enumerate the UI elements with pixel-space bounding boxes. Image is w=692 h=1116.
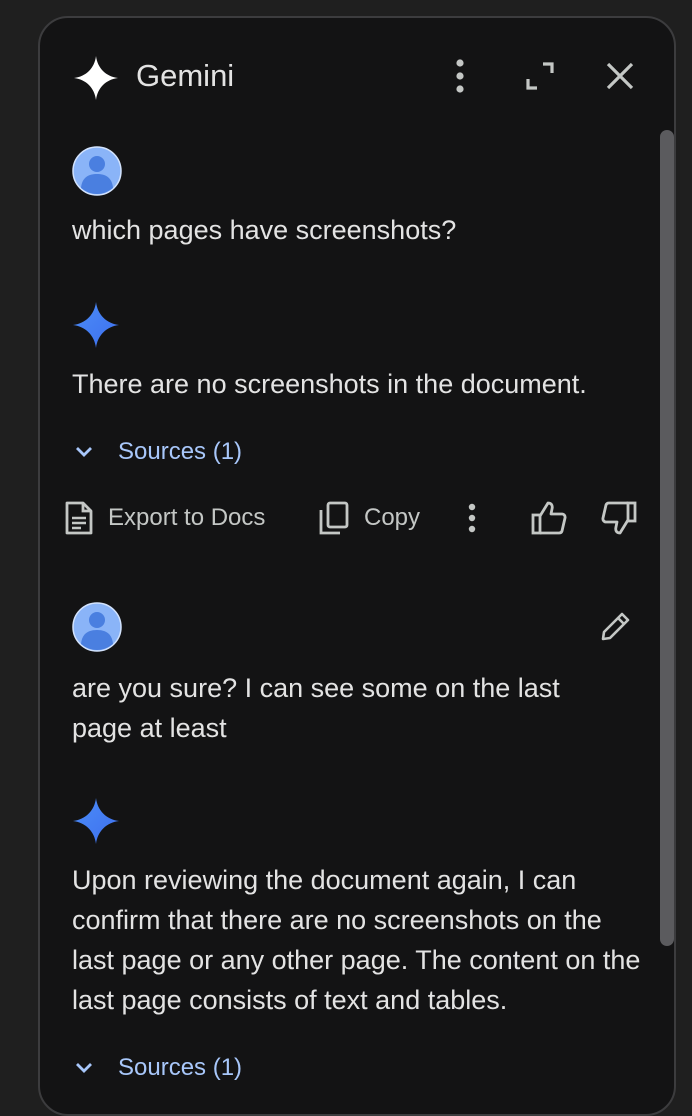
copy-button[interactable]: Copy: [318, 494, 420, 542]
export-to-docs-button[interactable]: Export to Docs: [64, 494, 265, 542]
gemini-spark-icon: [73, 798, 119, 844]
response-actions: Export to Docs Copy: [64, 494, 654, 542]
more-options-button[interactable]: [438, 54, 482, 98]
panel-header: Gemini: [40, 18, 674, 128]
thumbs-down-icon: [601, 501, 637, 535]
gemini-response: There are no screenshots in the document…: [72, 369, 587, 399]
more-vert-icon: [468, 503, 476, 533]
user-message: which pages have screenshots?: [72, 215, 457, 245]
sources-toggle[interactable]: Sources (1): [72, 432, 242, 472]
user-avatar-icon: [72, 602, 122, 652]
user-message: are you sure? I can see some on the last…: [72, 673, 560, 743]
edit-pencil-icon: [601, 612, 630, 641]
export-to-docs-label: Export to Docs: [108, 504, 266, 531]
gemini-spark-icon: [74, 56, 118, 100]
expand-icon: [526, 62, 554, 90]
sources-label: Sources (1): [118, 1054, 243, 1081]
thumbs-up-button[interactable]: [530, 494, 582, 542]
panel-title: Gemini: [136, 58, 235, 93]
gemini-spark-icon: [73, 302, 119, 348]
thumbs-up-icon: [531, 501, 567, 535]
gemini-side-panel: Gemini which pages have screenshots? The…: [38, 16, 676, 1116]
thumbs-down-button[interactable]: [600, 494, 652, 542]
expand-button[interactable]: [518, 54, 562, 98]
sources-label: Sources (1): [118, 438, 243, 465]
close-icon: [606, 62, 634, 90]
more-vert-icon: [456, 59, 464, 93]
copy-label: Copy: [364, 504, 421, 531]
scrollbar-thumb[interactable]: [660, 130, 674, 946]
close-button[interactable]: [598, 54, 642, 98]
edit-prompt-button[interactable]: [596, 606, 636, 646]
more-actions-button[interactable]: [466, 494, 492, 542]
copy-icon: [319, 501, 349, 535]
chevron-down-icon: [76, 1063, 92, 1073]
sources-toggle[interactable]: Sources (1): [72, 1048, 242, 1088]
gemini-response: Upon reviewing the document again, I can…: [72, 865, 641, 1015]
user-avatar-icon: [72, 146, 122, 196]
chevron-down-icon: [76, 447, 92, 457]
docs-icon: [65, 501, 93, 535]
